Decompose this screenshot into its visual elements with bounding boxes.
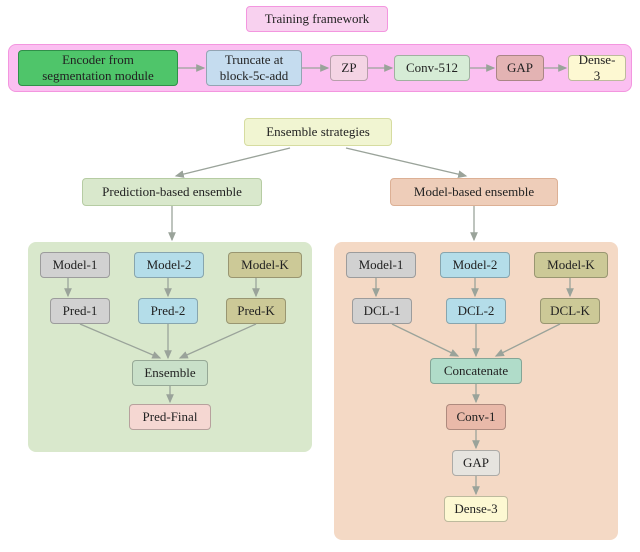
gap-block: GAP [496, 55, 544, 81]
model-ensemble-title: Model-based ensemble [390, 178, 558, 206]
pred-k: Pred-K [226, 298, 286, 324]
ensemble-box: Ensemble [132, 360, 208, 386]
pred-ensemble-title: Prediction-based ensemble [82, 178, 262, 206]
conv512-block: Conv-512 [394, 55, 470, 81]
pred-model-k: Model-K [228, 252, 302, 278]
dcl-1: DCL-1 [352, 298, 412, 324]
m-model-1: Model-1 [346, 252, 416, 278]
concatenate-box: Concatenate [430, 358, 522, 384]
dcl-k: DCL-K [540, 298, 600, 324]
m-gap-box: GAP [452, 450, 500, 476]
dcl-2: DCL-2 [446, 298, 506, 324]
truncate-block: Truncate at block-5c-add [206, 50, 302, 86]
pred-model-1: Model-1 [40, 252, 110, 278]
pred-model-2: Model-2 [134, 252, 204, 278]
pred-2: Pred-2 [138, 298, 198, 324]
zp-block: ZP [330, 55, 368, 81]
pred-final: Pred-Final [129, 404, 211, 430]
pred-1: Pred-1 [50, 298, 110, 324]
ensemble-strategies-header: Ensemble strategies [244, 118, 392, 146]
conv1-box: Conv-1 [446, 404, 506, 430]
encoder-block: Encoder from segmentation module [18, 50, 178, 86]
m-model-k: Model-K [534, 252, 608, 278]
m-model-2: Model-2 [440, 252, 510, 278]
training-framework-header: Training framework [246, 6, 388, 32]
dense3-block: Dense-3 [568, 55, 626, 81]
m-dense3-box: Dense-3 [444, 496, 508, 522]
